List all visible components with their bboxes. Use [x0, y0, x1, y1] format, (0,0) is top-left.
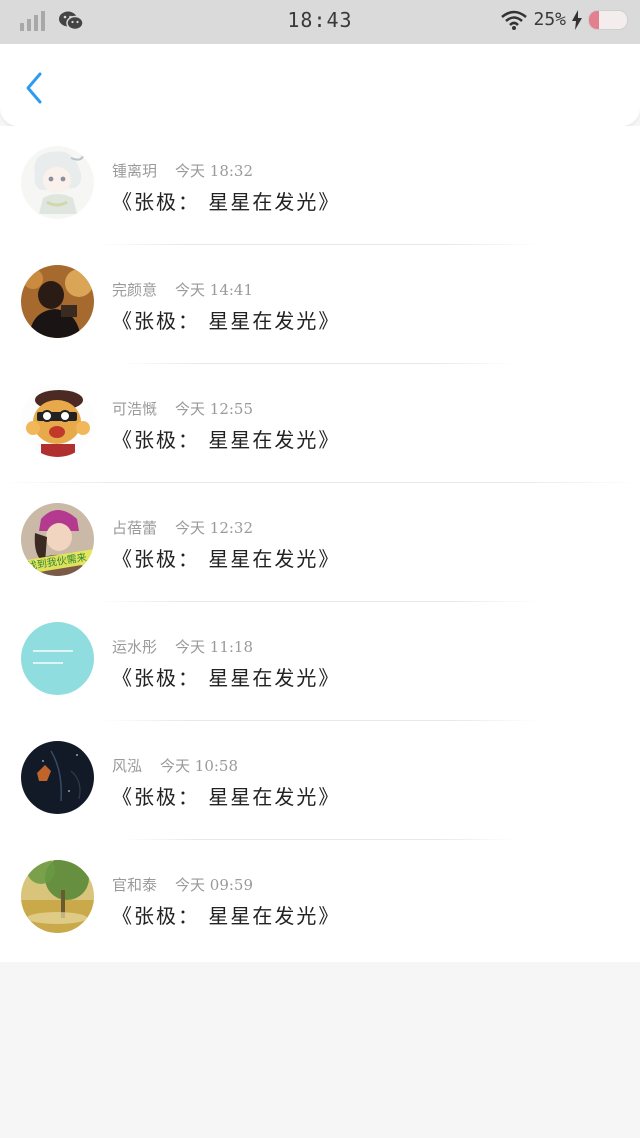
list-item[interactable]: 运水彤 今天 11:18 《张极： 星星在发光》: [0, 602, 640, 721]
back-button[interactable]: [18, 70, 54, 106]
comment-meta: 风泓 今天 10:58: [112, 755, 238, 776]
comment-title: 《张极： 星星在发光》: [112, 904, 341, 928]
list-item[interactable]: 锺离玥 今天 18:32 《张极： 星星在发光》: [0, 126, 640, 245]
comment-meta: 可浩慨 今天 12:55: [112, 398, 253, 419]
timestamp: 今天 10:58: [160, 757, 239, 775]
timestamp: 今天 12:32: [175, 519, 254, 537]
comment-meta: 运水彤 今天 11:18: [112, 636, 253, 657]
user-name: 可浩慨: [112, 400, 158, 418]
avatar[interactable]: [21, 622, 94, 695]
avatar[interactable]: 找到我伙需来: [21, 503, 94, 576]
list-item[interactable]: 风泓 今天 10:58 《张极： 星星在发光》: [0, 721, 640, 840]
nav-bar: [0, 44, 640, 126]
timestamp: 今天 18:32: [175, 162, 254, 180]
comment-list: 锺离玥 今天 18:32 《张极： 星星在发光》 完颜意 今天 14:41 《张极：…: [0, 126, 640, 962]
comment-meta: 官和泰 今天 09:59: [112, 874, 253, 895]
avatar[interactable]: [21, 265, 94, 338]
timestamp: 今天 09:59: [175, 876, 254, 894]
user-name: 锺离玥: [112, 162, 158, 180]
list-item[interactable]: 找到我伙需来 占蓓蕾 今天 12:32 《张极： 星星在发光》: [0, 483, 640, 602]
comment-meta: 占蓓蕾 今天 12:32: [112, 517, 253, 538]
user-name: 占蓓蕾: [112, 519, 158, 537]
list-item[interactable]: 可浩慨 今天 12:55 《张极： 星星在发光》: [0, 364, 640, 483]
timestamp: 今天 14:41: [175, 281, 254, 299]
list-item[interactable]: 官和泰 今天 09:59 《张极： 星星在发光》: [0, 840, 640, 959]
user-name: 风泓: [112, 757, 143, 775]
timestamp: 今天 11:18: [175, 638, 254, 656]
status-bar: 18:43 25%: [0, 0, 640, 44]
wifi-icon: [501, 10, 528, 30]
comment-title: 《张极： 星星在发光》: [112, 309, 341, 333]
comment-meta: 完颜意 今天 14:41: [112, 279, 253, 300]
comment-meta: 锺离玥 今天 18:32: [112, 160, 253, 181]
comment-title: 《张极： 星星在发光》: [112, 666, 341, 690]
comment-title: 《张极： 星星在发光》: [112, 428, 341, 452]
avatar[interactable]: [21, 741, 94, 814]
timestamp: 今天 12:55: [175, 400, 254, 418]
avatar[interactable]: [21, 860, 94, 933]
user-name: 完颜意: [112, 281, 158, 299]
user-name: 运水彤: [112, 638, 158, 656]
user-name: 官和泰: [112, 876, 158, 894]
battery-icon: [588, 9, 628, 30]
avatar[interactable]: [21, 146, 94, 219]
battery-level: [589, 10, 599, 29]
comment-title: 《张极： 星星在发光》: [112, 190, 341, 214]
status-right: 25%: [501, 9, 628, 30]
comment-title: 《张极： 星星在发光》: [112, 547, 341, 571]
comment-title: 《张极： 星星在发光》: [112, 785, 341, 809]
charging-icon: [572, 9, 582, 30]
battery-percent: 25%: [533, 9, 566, 30]
list-item[interactable]: 完颜意 今天 14:41 《张极： 星星在发光》: [0, 245, 640, 364]
chevron-left-icon: [26, 72, 42, 104]
avatar[interactable]: [21, 384, 94, 457]
